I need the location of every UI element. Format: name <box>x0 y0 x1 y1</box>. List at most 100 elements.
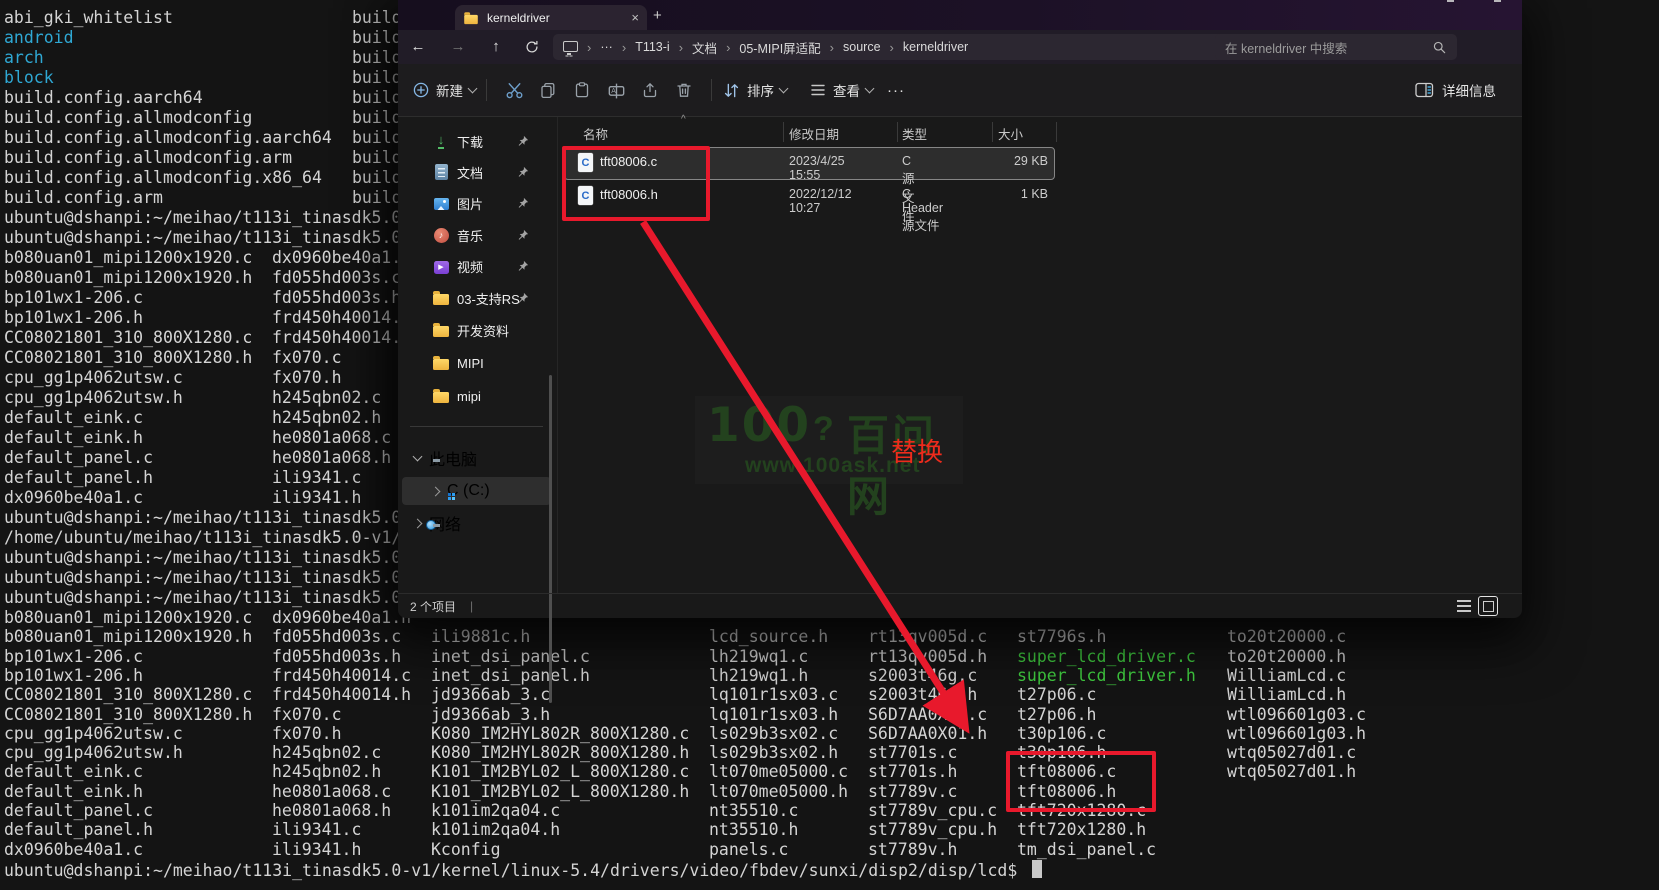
folder-icon <box>433 392 449 403</box>
sidebar-item-pictures[interactable]: 图片 <box>402 189 551 217</box>
sidebar-item-music[interactable]: ♪ 音乐 <box>402 221 551 249</box>
terminal-text-row: to20t20000.h <box>1227 647 1346 666</box>
terminal-text-row: dx0960be40a1.h <box>272 248 411 267</box>
terminal-text-row: tm_dsi_panel.c <box>1017 840 1156 859</box>
terminal-text-row: CC08021801_310_800X1280.h <box>4 705 252 724</box>
terminal-text-row: wtl096601g03.h <box>1227 724 1366 743</box>
terminal-text-row: build <box>352 108 402 127</box>
details-view-toggle-icon[interactable] <box>1457 600 1471 612</box>
sort-button[interactable]: 排序 <box>722 80 787 100</box>
breadcrumb-separator: › <box>890 40 894 55</box>
column-header-size[interactable]: 大小 <box>998 124 1023 143</box>
column-separator[interactable] <box>992 122 993 142</box>
sidebar-item-videos[interactable]: ▶ 视频 <box>402 252 551 280</box>
cut-button[interactable] <box>497 81 531 100</box>
minimize-button[interactable] <box>1447 0 1454 2</box>
sidebar-item-folder-devdocs[interactable]: 开发资料 <box>402 316 551 344</box>
file-size: 29 KB <box>983 154 1048 168</box>
terminal-text-row: build.config.allmodconfig.arm <box>4 148 292 167</box>
breadcrumb-overflow[interactable]: ··· <box>600 40 613 54</box>
maximize-button[interactable] <box>1494 0 1501 2</box>
sidebar-item-folder-rs48[interactable]: 03-支持RS48 <box>402 284 551 312</box>
file-list-header: 名称 修改日期 类型 大小 <box>558 118 1512 146</box>
sidebar-item-network[interactable]: 网络 <box>402 509 551 537</box>
terminal-text-row: K080_IM2HYL802R_800X1280.h <box>431 743 689 762</box>
terminal-cursor <box>1032 860 1042 878</box>
tab-title: kerneldriver <box>487 11 623 25</box>
breadcrumb-item[interactable]: T113-i <box>635 40 670 54</box>
sidebar-item-label: 下载 <box>457 132 483 151</box>
forward-button[interactable]: → <box>446 35 470 59</box>
terminal-text-row: fd055hd003s.c <box>272 268 401 287</box>
sidebar-item-documents[interactable]: 文档 <box>402 158 551 186</box>
breadcrumb-item[interactable]: kerneldriver <box>903 40 968 54</box>
terminal-prompt[interactable]: ubuntu@dshanpi:~/meihao/t113i_tinasdk5.0… <box>4 861 1017 880</box>
rename-button[interactable]: A <box>599 81 633 100</box>
terminal-text-row: ili9341.h <box>272 840 361 859</box>
terminal-text-row: build <box>352 188 402 207</box>
terminal-text-row: dx0960be40a1.c <box>4 840 143 859</box>
terminal-text-row: fx070.c <box>272 348 342 367</box>
paste-button[interactable] <box>565 81 599 99</box>
column-header-name[interactable]: 名称 <box>583 124 608 143</box>
terminal-text-row: st7789v_cpu.h <box>868 820 997 839</box>
breadcrumb-item[interactable]: 05-MIPI屏适配 <box>739 38 820 57</box>
refresh-button[interactable] <box>520 35 544 55</box>
back-button[interactable]: ← <box>406 35 430 59</box>
terminal-text-row: jd9366ab_3.c <box>431 685 550 704</box>
breadcrumb-item[interactable]: 文档 <box>692 38 717 57</box>
terminal-text-row: K101_IM2BYL02_L_800X1280.h <box>431 782 689 801</box>
sidebar-item-c-drive[interactable]: C (C:) <box>402 477 551 505</box>
column-separator[interactable] <box>897 122 898 142</box>
share-button[interactable] <box>633 81 667 99</box>
copy-button[interactable] <box>531 81 565 99</box>
terminal-text-row: frd450h40014.c <box>272 308 411 327</box>
search-input[interactable]: 在 kerneldriver 中搜索 <box>1215 34 1457 60</box>
tab-kerneldriver[interactable]: kerneldriver × <box>455 5 647 30</box>
terminal-text-row: ili9341.c <box>272 468 361 487</box>
terminal-text-row: K080_IM2HYL802R_800X1280.c <box>431 724 689 743</box>
toolbar: 新建 A 排序 <box>398 64 1522 117</box>
breadcrumb[interactable]: › ··· › T113-i › 文档 › 05-MIPI屏适配 › sourc… <box>553 34 1227 60</box>
chevron-down-icon <box>779 83 789 93</box>
more-options-button[interactable]: ··· <box>887 82 905 99</box>
breadcrumb-item[interactable]: source <box>843 40 881 54</box>
large-icons-view-toggle-icon[interactable] <box>1478 596 1498 616</box>
sidebar-item-downloads[interactable]: ↓ 下载 <box>402 127 551 155</box>
terminal-text-row: default_eink.c <box>4 762 143 781</box>
terminal-text-row: rt13qv005d.c <box>868 627 987 646</box>
terminal-text-row: build.config.allmodconfig.aarch64 <box>4 128 332 147</box>
delete-button[interactable] <box>667 81 701 99</box>
sidebar-item-label: 此电脑 <box>429 446 477 470</box>
sidebar-item-folder-mipi-lower[interactable]: mipi <box>402 382 551 410</box>
terminal-text-row: ubuntu@dshanpi:~/meihao/t113i_tinasdk5.0 <box>4 568 401 587</box>
music-icon: ♪ <box>434 228 449 243</box>
sidebar-item-this-pc[interactable]: 此电脑 <box>402 444 551 472</box>
column-separator[interactable] <box>783 122 784 142</box>
terminal-text-row: build <box>352 128 402 147</box>
terminal-text-row: frd450h40014.c <box>272 666 411 685</box>
view-button[interactable]: 查看 <box>809 80 873 100</box>
terminal-text-row: ili9341.h <box>272 488 361 507</box>
share-icon <box>641 81 659 99</box>
details-pane-button[interactable]: 详细信息 <box>1415 80 1496 100</box>
new-tab-button[interactable]: + <box>653 7 662 24</box>
trash-icon <box>675 81 693 99</box>
terminal-text-row: b080uan01_mipi1200x1920.c <box>4 608 252 627</box>
sidebar-item-folder-mipi-upper[interactable]: MIPI <box>402 349 551 377</box>
terminal-text-row: st7789v.h <box>868 840 957 859</box>
file-explorer-window: kerneldriver × + ← → ↑ › ··· › T113-i › … <box>398 0 1522 618</box>
up-button[interactable]: ↑ <box>484 35 508 59</box>
column-separator[interactable] <box>1056 122 1057 142</box>
terminal-text-row: arch <box>4 48 44 67</box>
tab-close-icon[interactable]: × <box>631 11 639 24</box>
folder-icon <box>433 294 449 305</box>
folder-icon <box>433 326 449 337</box>
sidebar-scrollbar[interactable] <box>549 375 552 703</box>
terminal-text-row: nt35510.c <box>709 801 798 820</box>
terminal-text-row: h245qbn02.c <box>272 388 381 407</box>
sidebar-item-label: 开发资料 <box>457 321 509 340</box>
column-header-date[interactable]: 修改日期 <box>789 124 839 143</box>
column-header-type[interactable]: 类型 <box>902 124 927 143</box>
new-button[interactable]: 新建 <box>412 80 476 100</box>
